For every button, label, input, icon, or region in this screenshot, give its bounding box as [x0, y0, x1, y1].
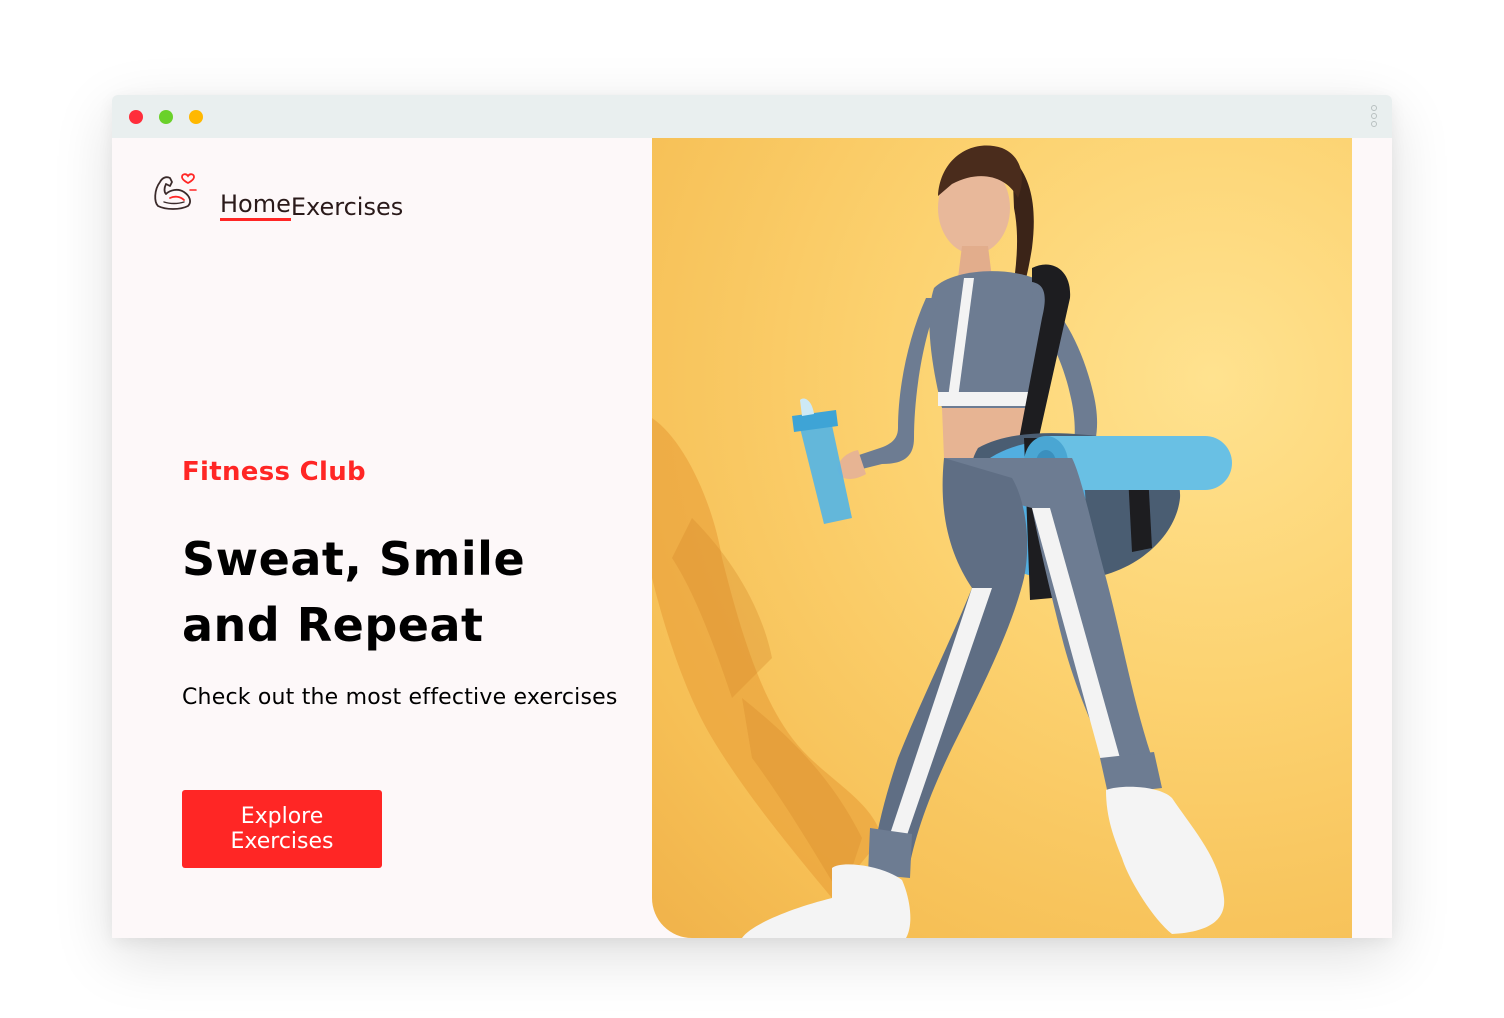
- hero-headline-line-1: Sweat, Smile: [182, 532, 526, 586]
- maximize-window-button[interactable]: [189, 110, 203, 124]
- hero-banner-image: [652, 138, 1352, 938]
- browser-window: Home Exercises Fitness Club Sweat, Smile…: [112, 95, 1392, 938]
- main-nav: Home Exercises: [220, 190, 403, 221]
- nav-link-exercises[interactable]: Exercises: [291, 193, 403, 221]
- logo[interactable]: [150, 168, 202, 220]
- hero-text-block: Fitness Club Sweat, Smile and Repeat Che…: [182, 456, 662, 712]
- cta-label-line-2: Exercises: [230, 829, 334, 854]
- explore-exercises-button[interactable]: Explore Exercises: [182, 790, 382, 868]
- nav-link-home[interactable]: Home: [220, 190, 291, 221]
- close-window-button[interactable]: [129, 110, 143, 124]
- hero-headline: Sweat, Smile and Repeat: [182, 526, 662, 658]
- browser-titlebar: [112, 95, 1392, 138]
- minimize-window-button[interactable]: [159, 110, 173, 124]
- flexed-bicep-heart-icon: [154, 173, 197, 210]
- hero-eyebrow: Fitness Club: [182, 457, 366, 487]
- woman-walking-illustration: [652, 145, 1232, 938]
- page-content: Home Exercises Fitness Club Sweat, Smile…: [112, 138, 1392, 938]
- hero-headline-line-2: and Repeat: [182, 598, 484, 652]
- cta-label-line-1: Explore: [240, 804, 324, 829]
- hero-subhead: Check out the most effective exercises: [182, 685, 618, 710]
- more-options-icon[interactable]: [1368, 105, 1380, 129]
